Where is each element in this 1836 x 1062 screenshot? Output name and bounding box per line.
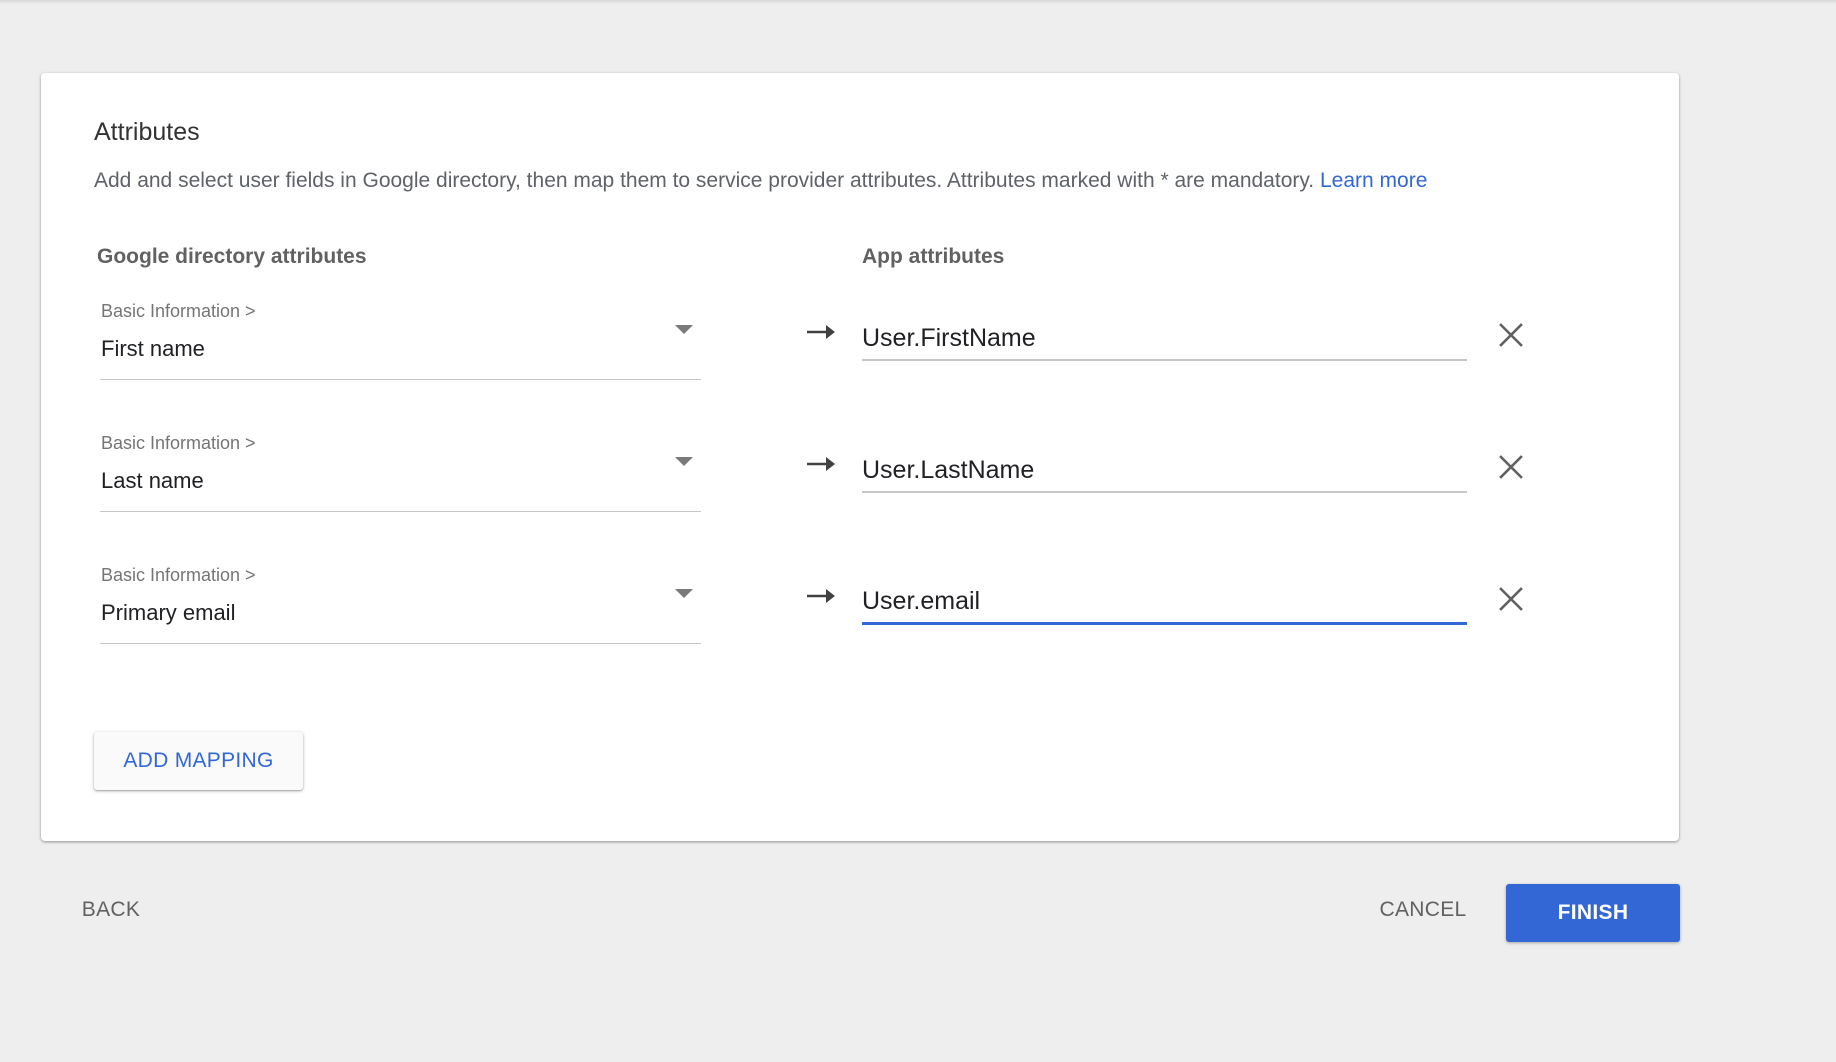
select-category-label: Basic Information > xyxy=(101,301,256,321)
description-text: Add and select user fields in Google dir… xyxy=(94,169,1315,192)
learn-more-link[interactable]: Learn more xyxy=(1320,169,1427,192)
top-edge-shadow xyxy=(0,0,1836,4)
app-attributes-header: App attributes xyxy=(862,245,1005,268)
back-button[interactable]: BACK xyxy=(62,884,160,936)
remove-mapping-button[interactable] xyxy=(1491,579,1531,619)
select-value: First name xyxy=(101,336,205,361)
finish-button[interactable]: FINISH xyxy=(1506,884,1680,942)
arrow-right-icon xyxy=(807,325,835,339)
close-icon xyxy=(1499,587,1523,611)
directory-attribute-select[interactable]: Basic Information > Last name xyxy=(100,427,701,512)
arrow-right-icon xyxy=(807,589,835,603)
caret-down-icon xyxy=(675,325,693,334)
app-attribute-input[interactable] xyxy=(862,317,1467,361)
mapping-row: Basic Information > Primary email xyxy=(41,559,1679,659)
remove-mapping-button[interactable] xyxy=(1491,447,1531,487)
select-category-label: Basic Information > xyxy=(101,565,256,585)
select-value: Last name xyxy=(101,468,204,493)
mapping-row: Basic Information > First name xyxy=(41,295,1679,395)
directory-attribute-select[interactable]: Basic Information > Primary email xyxy=(100,559,701,644)
app-attribute-input[interactable] xyxy=(862,581,1467,625)
app-attribute-input[interactable] xyxy=(862,449,1467,493)
section-description: Add and select user fields in Google dir… xyxy=(94,169,1427,193)
add-mapping-button[interactable]: ADD MAPPING xyxy=(94,732,303,790)
cancel-button[interactable]: CANCEL xyxy=(1366,884,1480,936)
select-category-label: Basic Information > xyxy=(101,433,256,453)
mapping-row: Basic Information > Last name xyxy=(41,427,1679,527)
caret-down-icon xyxy=(675,589,693,598)
caret-down-icon xyxy=(675,457,693,466)
attributes-card: Attributes Add and select user fields in… xyxy=(41,73,1679,841)
close-icon xyxy=(1499,323,1523,347)
close-icon xyxy=(1499,455,1523,479)
select-value: Primary email xyxy=(101,600,236,625)
section-title: Attributes xyxy=(94,118,200,146)
google-directory-header: Google directory attributes xyxy=(97,245,367,268)
remove-mapping-button[interactable] xyxy=(1491,315,1531,355)
arrow-right-icon xyxy=(807,457,835,471)
directory-attribute-select[interactable]: Basic Information > First name xyxy=(100,295,701,380)
